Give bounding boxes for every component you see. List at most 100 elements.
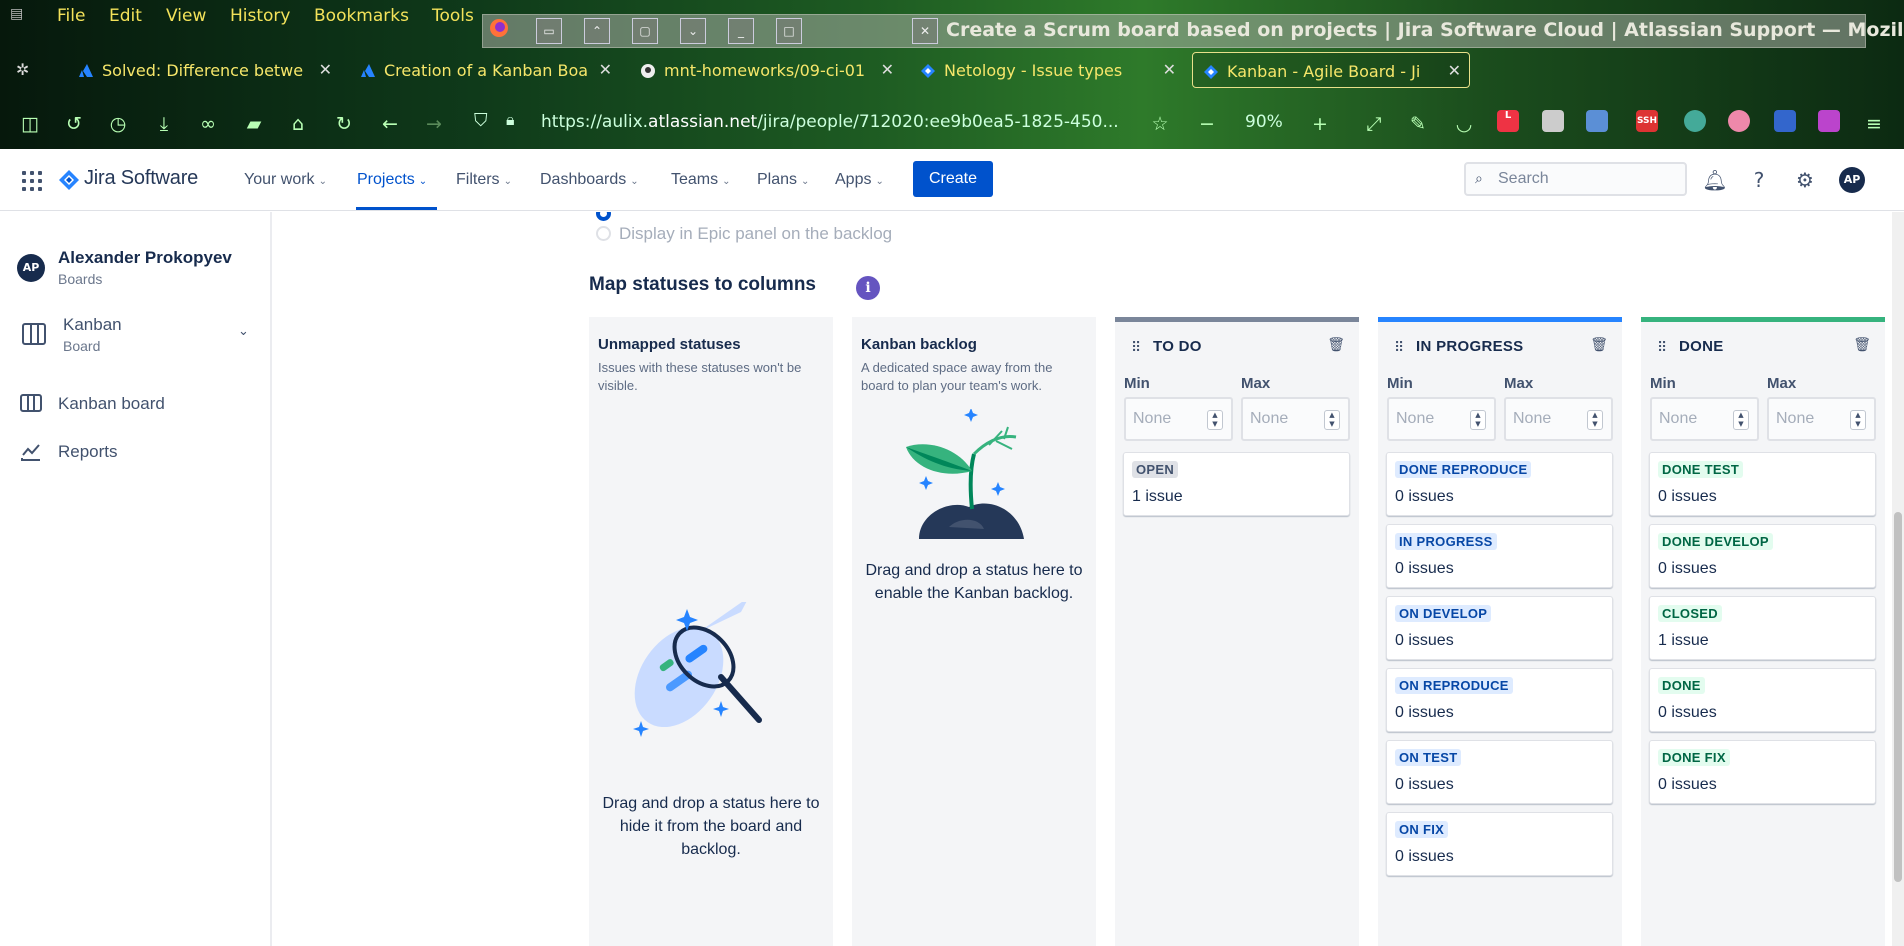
stepper-icon[interactable]: ▲ ▼ — [1207, 410, 1223, 430]
stepper-icon[interactable]: ▲ ▼ — [1324, 410, 1340, 430]
zoom-in-icon[interactable]: + — [1308, 112, 1332, 136]
pocket-icon[interactable]: ◡ — [1452, 112, 1476, 136]
menu-bookmarks[interactable]: Bookmarks — [314, 6, 409, 26]
status-column-in-progress[interactable]: ⠿ IN PROGRESS 🗑︎ Min Max None ▲ ▼ None ▲ ▼ DONE REP… — [1378, 317, 1622, 946]
status-card[interactable]: DONE REPRODUCE 0 issues — [1386, 452, 1613, 516]
zoom-level[interactable]: 90% — [1245, 112, 1283, 132]
nav-plans[interactable]: Plans ⌄ — [757, 171, 809, 189]
create-button[interactable]: Create — [913, 161, 993, 197]
stepper-icon[interactable]: ▲ ▼ — [1733, 410, 1749, 430]
status-column-done[interactable]: ⠿ DONE 🗑︎ Min Max None ▲ ▼ None ▲ ▼ DONE TEST 0 issu… — [1641, 317, 1885, 946]
window-close-button[interactable]: ✕ — [912, 18, 938, 44]
window-shade-button[interactable]: ⌃ — [584, 18, 610, 44]
status-card[interactable]: DONE 0 issues — [1649, 668, 1876, 732]
nav-projects[interactable]: Projects ⌄ — [357, 171, 427, 189]
status-card[interactable]: IN PROGRESS 0 issues — [1386, 524, 1613, 588]
menu-view[interactable]: View — [166, 6, 206, 26]
download-icon[interactable]: ⤓ — [152, 112, 176, 136]
url-text[interactable]: https://aulix.atlassian.net/jira/people/… — [541, 112, 1119, 132]
history-icon[interactable]: ↺ — [62, 112, 86, 136]
tab-solved[interactable]: Solved: Difference betwe ✕ — [78, 52, 332, 88]
help-icon[interactable]: ? — [1745, 166, 1773, 194]
status-card[interactable]: DONE DEVELOP 0 issues — [1649, 524, 1876, 588]
nav-your-work[interactable]: Your work ⌄ — [244, 171, 327, 189]
radio-button[interactable] — [596, 226, 611, 241]
extension-l-icon[interactable]: L — [1497, 110, 1519, 132]
palette-extension-icon[interactable] — [1728, 110, 1750, 132]
status-card[interactable]: ON TEST 0 issues — [1386, 740, 1613, 804]
sidebar-item-kanban-board[interactable]: Kanban board — [0, 384, 270, 424]
tab-netology[interactable]: Netology - Issue types ✕ — [920, 52, 1176, 88]
menu-tools[interactable]: Tools — [432, 6, 474, 26]
wrench-icon[interactable]: ✎ — [1406, 112, 1430, 136]
min-input[interactable]: None ▲ ▼ — [1124, 397, 1233, 441]
window-minimize-button[interactable]: _ — [728, 18, 754, 44]
stepper-icon[interactable]: ▲ ▼ — [1850, 410, 1866, 430]
max-input[interactable]: None ▲ ▼ — [1241, 397, 1350, 441]
extension-icon[interactable]: ▰ — [242, 112, 266, 136]
window-menu-button[interactable]: ▭ — [536, 18, 562, 44]
ublock-icon[interactable] — [1542, 110, 1564, 132]
shield-icon[interactable]: ⛉ — [474, 110, 488, 131]
menu-edit[interactable]: Edit — [109, 6, 142, 26]
book-extension-icon[interactable] — [1774, 110, 1796, 132]
status-card[interactable]: DONE FIX 0 issues — [1649, 740, 1876, 804]
tab-close-icon[interactable]: ✕ — [881, 60, 894, 79]
max-input[interactable]: None ▲ ▼ — [1767, 397, 1876, 441]
status-card[interactable]: ON REPRODUCE 0 issues — [1386, 668, 1613, 732]
page-scrollbar[interactable] — [1892, 212, 1904, 946]
lock-icon[interactable]: 🔒︎ — [506, 110, 515, 130]
tab-kanban-creation[interactable]: Creation of a Kanban Boa ✕ — [360, 52, 612, 88]
save-extension-icon[interactable] — [1586, 110, 1608, 132]
tab-github[interactable]: mnt-homeworks/09-ci-01 ✕ — [640, 52, 894, 88]
trash-icon[interactable]: 🗑︎ — [1327, 337, 1345, 353]
nav-teams[interactable]: Teams ⌄ — [671, 171, 731, 189]
stepper-icon[interactable]: ▲ ▼ — [1470, 410, 1486, 430]
puzzle-extension-icon[interactable] — [1818, 110, 1840, 132]
settings-gear-icon[interactable]: ⚙ — [1791, 166, 1819, 194]
tab-close-icon[interactable]: ✕ — [319, 60, 332, 79]
fullscreen-icon[interactable]: ⤢ — [1362, 112, 1386, 136]
status-card[interactable]: ON DEVELOP 0 issues — [1386, 596, 1613, 660]
menu-history[interactable]: History — [230, 6, 290, 26]
menu-file[interactable]: File — [57, 6, 85, 26]
hamburger-menu-icon[interactable]: ≡ — [1862, 112, 1886, 136]
radio-selected[interactable] — [596, 212, 611, 221]
ssh-extension-icon[interactable]: SSH — [1636, 110, 1658, 132]
sidebar-item-reports[interactable]: Reports — [0, 432, 270, 472]
tab-close-icon[interactable]: ✕ — [1448, 61, 1461, 80]
zoom-out-icon[interactable]: − — [1195, 112, 1219, 136]
stepper-icon[interactable]: ▲ ▼ — [1587, 410, 1603, 430]
window-down-button[interactable]: ⌄ — [680, 18, 706, 44]
nav-filters[interactable]: Filters ⌄ — [456, 171, 512, 189]
reload-icon[interactable]: ↻ — [332, 112, 356, 136]
drag-handle-icon[interactable]: ⠿ — [1394, 340, 1404, 356]
nav-apps[interactable]: Apps ⌄ — [835, 171, 884, 189]
nav-dashboards[interactable]: Dashboards ⌄ — [540, 171, 639, 189]
window-restore-button[interactable]: ▢ — [632, 18, 658, 44]
private-mask-icon[interactable]: ∞ — [196, 112, 220, 136]
tab-close-icon[interactable]: ✕ — [1163, 60, 1176, 79]
sidebar-user-name[interactable]: Alexander Prokopyev — [58, 248, 232, 268]
notifications-icon[interactable]: 🔔︎ — [1701, 166, 1729, 194]
home-icon[interactable]: ⌂ — [286, 112, 310, 136]
status-card[interactable]: OPEN 1 issue — [1123, 452, 1350, 516]
back-icon[interactable]: ← — [378, 112, 402, 136]
product-name[interactable]: Jira Software — [84, 167, 198, 190]
clock-icon[interactable]: ◷ — [106, 112, 130, 136]
tab-close-icon[interactable]: ✕ — [599, 60, 612, 79]
radio-epic-panel[interactable]: Display in Epic panel on the backlog — [596, 224, 892, 244]
app-switcher-icon[interactable] — [22, 171, 42, 191]
chevron-down-icon[interactable]: ⌄ — [238, 324, 249, 339]
sidebar-toggle-icon[interactable]: ◫ — [18, 112, 42, 136]
drag-handle-icon[interactable]: ⠿ — [1657, 340, 1667, 356]
bookmark-star-icon[interactable]: ☆ — [1148, 112, 1172, 136]
info-icon[interactable]: i — [856, 276, 880, 300]
max-input[interactable]: None ▲ ▼ — [1504, 397, 1613, 441]
jira-logo-icon[interactable] — [58, 169, 80, 191]
tab-overview-icon[interactable]: ✲ — [16, 60, 29, 79]
drag-handle-icon[interactable]: ⠿ — [1131, 340, 1141, 356]
status-card[interactable]: ON FIX 0 issues — [1386, 812, 1613, 876]
trash-icon[interactable]: 🗑︎ — [1590, 337, 1608, 353]
board-selector[interactable]: Kanban — [63, 315, 122, 335]
